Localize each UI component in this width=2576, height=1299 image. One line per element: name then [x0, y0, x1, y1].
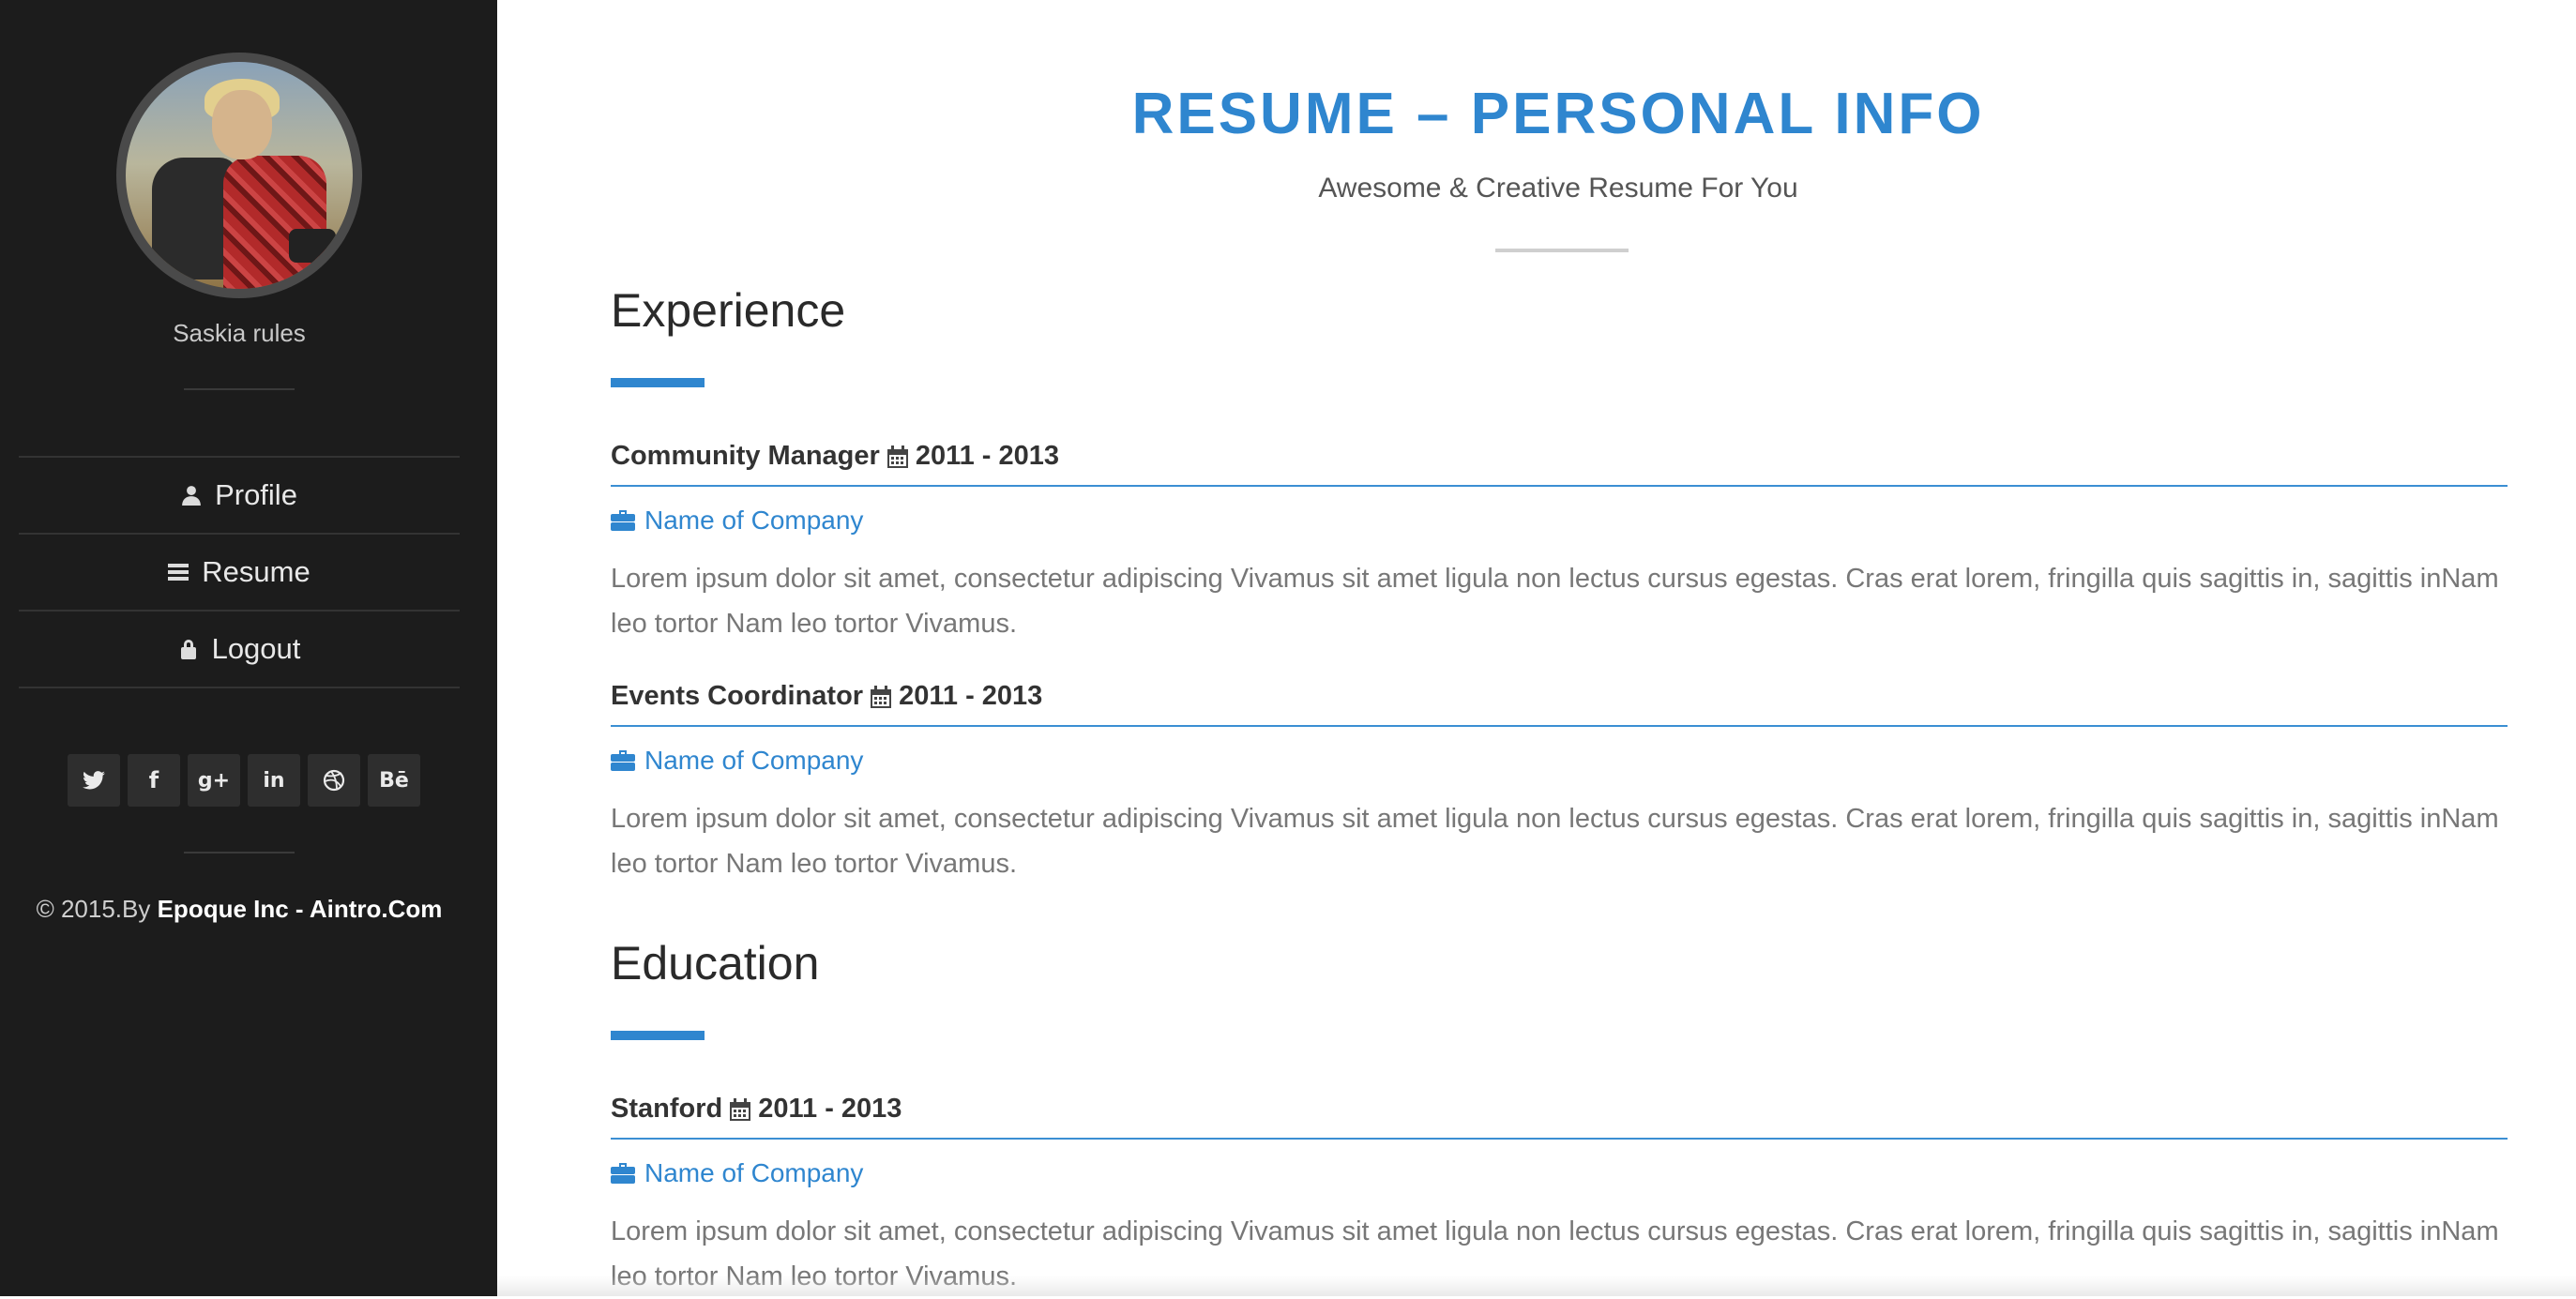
company-row: Name of Company — [611, 746, 2508, 776]
footer-company[interactable]: Epoque Inc - Aintro.Com — [158, 895, 443, 923]
user-icon — [182, 486, 201, 506]
company-name[interactable]: Name of Company — [644, 1158, 863, 1188]
job-years: 2011 - 2013 — [915, 441, 1060, 471]
social-links: f g+ in Bē — [68, 754, 420, 807]
company-name[interactable]: Name of Company — [644, 506, 863, 536]
education-heading: Education — [611, 937, 820, 989]
list-icon — [168, 564, 189, 581]
nav-item-resume[interactable]: Resume — [19, 535, 460, 612]
avatar-photo — [126, 62, 353, 289]
nav-item-logout[interactable]: Logout — [19, 612, 460, 688]
facebook-icon[interactable]: f — [128, 754, 180, 807]
nav-item-label: Profile — [215, 478, 297, 511]
divider — [184, 852, 295, 853]
google-plus-icon[interactable]: g+ — [188, 754, 240, 807]
page-title: RESUME – PERSONAL INFO — [1131, 82, 1985, 146]
experience-underline — [611, 378, 705, 387]
company-name[interactable]: Name of Company — [644, 746, 863, 776]
job-description: Lorem ipsum dolor sit amet, consectetur … — [611, 804, 2499, 879]
scroll-fade — [497, 1276, 2576, 1296]
page-subtitle: Awesome & Creative Resume For You — [1318, 173, 1798, 204]
sidebar: Saskia rules Profile Resume Logout f g+ … — [0, 0, 497, 1296]
footer-copyright: © 2015.By Epoque Inc - Aintro.Com — [0, 895, 478, 924]
briefcase-icon — [611, 750, 635, 771]
job-title-row: Community Manager 2011 - 2013 — [611, 441, 2508, 487]
job-title: Community Manager — [611, 441, 880, 471]
calendar-icon — [730, 1097, 751, 1121]
school-name: Stanford — [611, 1094, 723, 1124]
education-item: Stanford 2011 - 2013 Name of Company Lor… — [611, 1094, 2508, 1299]
education-underline — [611, 1031, 705, 1040]
job-title: Events Coordinator — [611, 681, 864, 711]
user-name: Saskia rules — [173, 319, 306, 347]
experience-item: Community Manager 2011 - 2013 Name of Co… — [611, 441, 2508, 646]
divider — [184, 388, 295, 390]
job-years: 2011 - 2013 — [758, 1094, 902, 1124]
main-content: RESUME – PERSONAL INFO Awesome & Creativ… — [497, 0, 2576, 1296]
nav-item-label: Logout — [211, 632, 301, 665]
linkedin-icon[interactable]: in — [248, 754, 300, 807]
job-title-row: Events Coordinator 2011 - 2013 — [611, 681, 2508, 727]
sidebar-nav: Profile Resume Logout — [19, 456, 460, 688]
company-row: Name of Company — [611, 1158, 2508, 1188]
experience-item: Events Coordinator 2011 - 2013 Name of C… — [611, 681, 2508, 886]
dribbble-icon[interactable] — [308, 754, 360, 807]
calendar-icon — [871, 685, 892, 708]
avatar[interactable] — [116, 53, 362, 298]
job-description: Lorem ipsum dolor sit amet, consectetur … — [611, 564, 2499, 639]
footer-prefix: © 2015.By — [36, 895, 158, 923]
briefcase-icon — [611, 1163, 635, 1184]
nav-item-profile[interactable]: Profile — [19, 458, 460, 535]
behance-icon[interactable]: Bē — [368, 754, 420, 807]
briefcase-icon — [611, 510, 635, 531]
calendar-icon — [886, 445, 908, 468]
twitter-icon[interactable] — [68, 754, 120, 807]
company-row: Name of Company — [611, 506, 2508, 536]
nav-item-label: Resume — [202, 555, 311, 588]
job-years: 2011 - 2013 — [899, 681, 1043, 711]
lock-icon — [180, 640, 196, 659]
title-divider — [1495, 249, 1629, 252]
experience-heading: Experience — [611, 284, 846, 337]
job-title-row: Stanford 2011 - 2013 — [611, 1094, 2508, 1140]
